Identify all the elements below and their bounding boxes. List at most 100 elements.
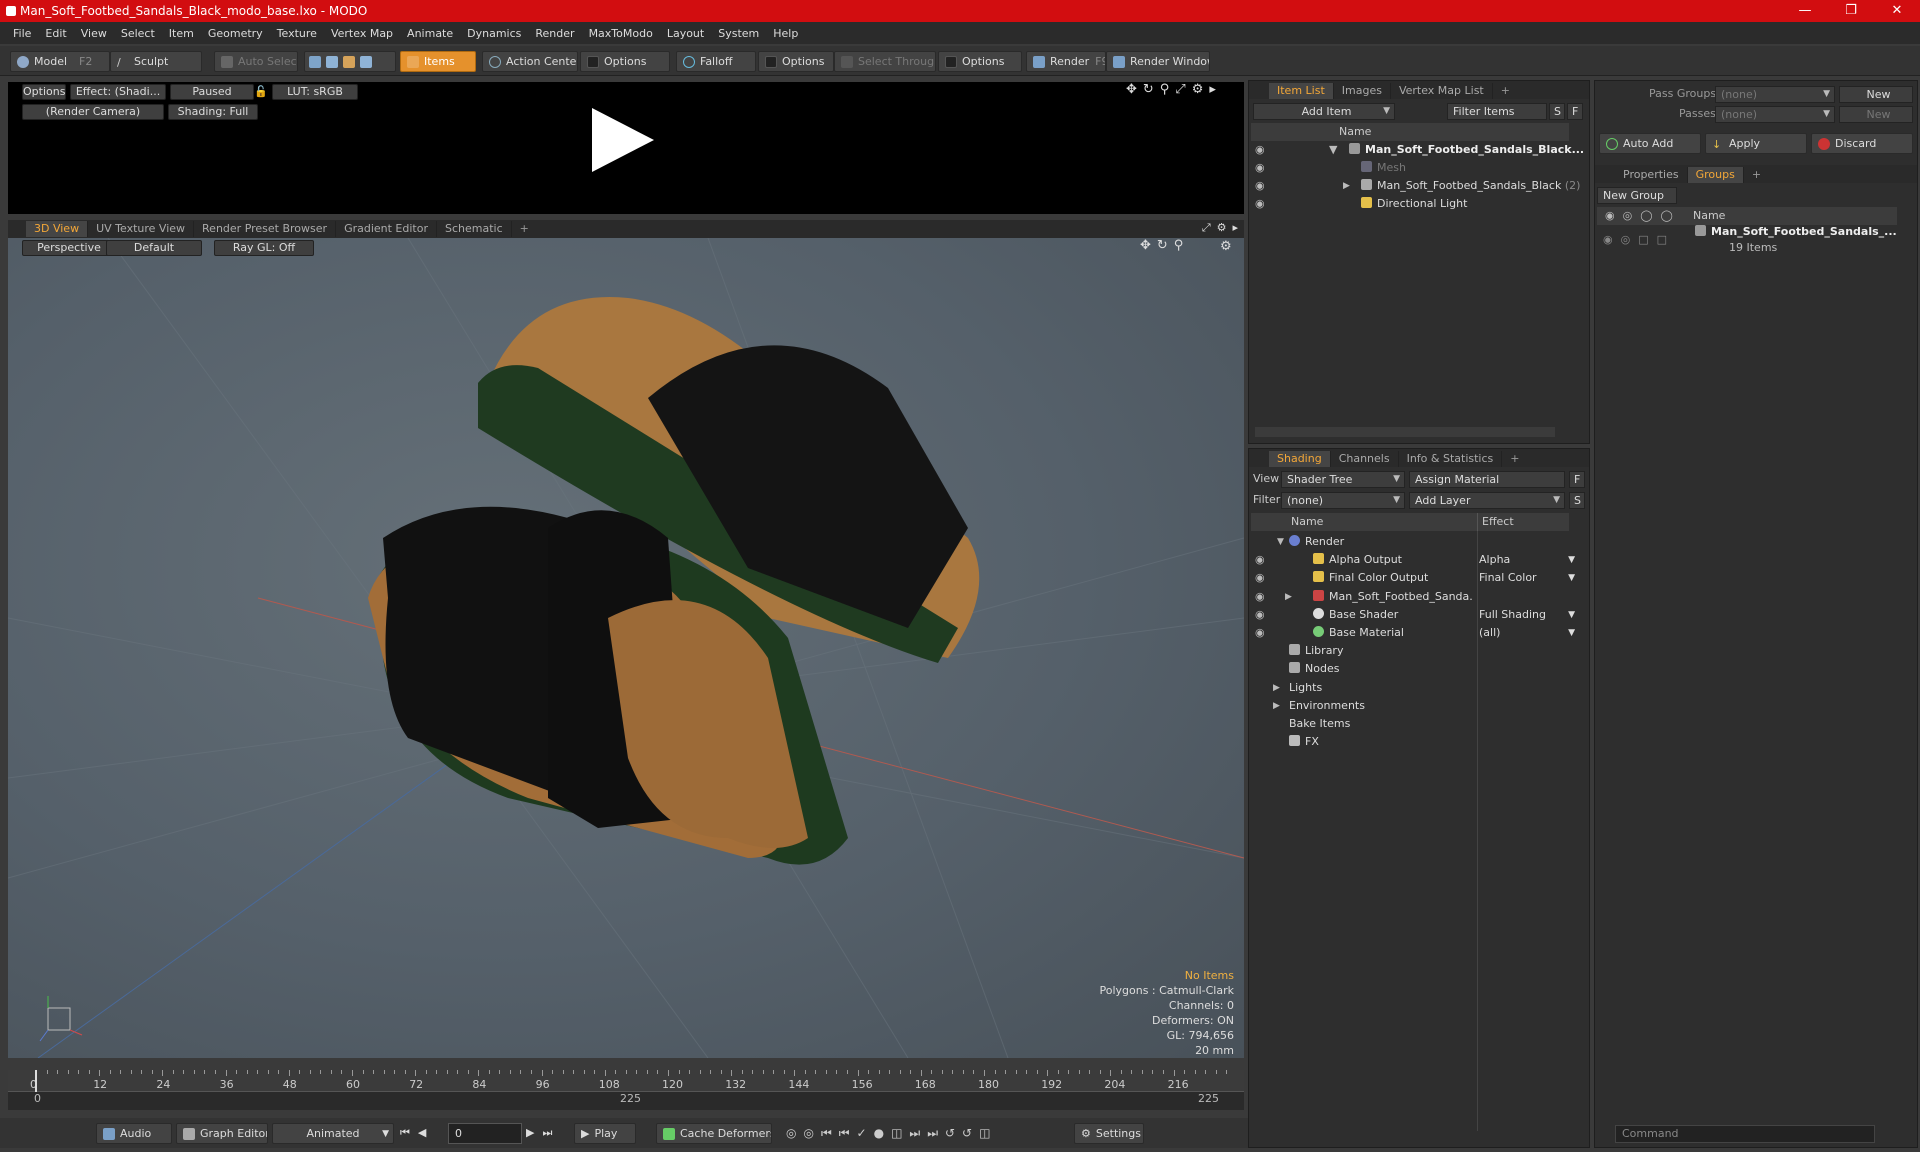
menu-vertex-map[interactable]: Vertex Map	[324, 27, 400, 40]
expand-arrow-icon[interactable]: ▶	[1273, 697, 1280, 715]
graph-editor-button[interactable]: Graph Editor	[176, 1123, 268, 1144]
menu-animate[interactable]: Animate	[400, 27, 460, 40]
tab-render-preset-browser[interactable]: Render Preset Browser	[194, 221, 337, 237]
timeline[interactable]: 0 12 24 36 48 60 72 84 96 108 120 132 144 156 168 180 19…	[8, 1070, 1244, 1110]
new-group-button[interactable]: New Group	[1597, 187, 1677, 204]
falloff-options-button[interactable]: Options	[758, 51, 834, 72]
action-center-options-button[interactable]: Options	[580, 51, 670, 72]
shader-row[interactable]: ◉ Final Color Output Final Color ▼	[1249, 569, 1589, 587]
tab-images[interactable]: Images	[1334, 83, 1391, 99]
audio-button[interactable]: Audio	[96, 1123, 172, 1144]
tab-info-statistics[interactable]: Info & Statistics	[1399, 451, 1503, 467]
item-row-group[interactable]: ◉ ▶ Man_Soft_Footbed_Sandals_Black (2)	[1249, 177, 1589, 195]
menu-geometry[interactable]: Geometry	[201, 27, 270, 40]
tab-vertex-map-list[interactable]: Vertex Map List	[1391, 83, 1493, 99]
items-mode-button[interactable]: Items	[400, 51, 476, 72]
shader-row[interactable]: ◉ ▶ Man_Soft_Footbed_Sanda...	[1249, 588, 1589, 606]
edges-icon[interactable]	[326, 55, 338, 68]
raygl-dropdown[interactable]: Ray GL: Off	[214, 240, 314, 256]
select-through-options-button[interactable]: Options	[938, 51, 1022, 72]
tab-groups[interactable]: Groups	[1687, 167, 1744, 183]
lock-icon[interactable]: 🔓	[254, 85, 268, 98]
shader-row[interactable]: Nodes	[1249, 660, 1589, 678]
menu-system[interactable]: System	[711, 27, 766, 40]
viewport-settings-icon[interactable]: ⚙	[1220, 239, 1232, 254]
new-pass-button[interactable]: New	[1839, 106, 1913, 123]
shader-row[interactable]: Bake Items	[1249, 715, 1589, 733]
add-layer-dropdown[interactable]: Add Layer ▼	[1409, 492, 1565, 509]
add-tab-button[interactable]: +	[1502, 451, 1527, 467]
animated-dropdown[interactable]: Animated ▼	[272, 1123, 394, 1144]
filter-f-button[interactable]: F	[1567, 103, 1583, 120]
select-through-button[interactable]: Select Through	[834, 51, 936, 72]
tab-gradient-editor[interactable]: Gradient Editor	[336, 221, 437, 237]
tab-channels[interactable]: Channels	[1331, 451, 1399, 467]
visibility-eye-icon[interactable]: ◉	[1255, 554, 1267, 566]
tab-shading[interactable]: Shading	[1269, 451, 1331, 467]
shading-s-button[interactable]: S	[1569, 492, 1585, 509]
menu-layout[interactable]: Layout	[660, 27, 711, 40]
menu-file[interactable]: File	[6, 27, 38, 40]
visibility-eye-icon[interactable]: ◉	[1255, 180, 1267, 192]
tab-3d-view[interactable]: 3D View	[26, 221, 89, 237]
shader-row-effect[interactable]: Alpha ▼	[1479, 551, 1579, 569]
horizontal-scrollbar[interactable]	[1255, 427, 1555, 437]
shader-row[interactable]: ▶ Lights	[1249, 679, 1589, 697]
play-button[interactable]: ▶ Play	[574, 1123, 636, 1144]
visibility-eye-icon[interactable]: ◉	[1255, 627, 1267, 639]
model-mode-button[interactable]: Model F2	[10, 51, 110, 72]
auto-select-button[interactable]: Auto Select	[214, 51, 298, 72]
shading-dropdown[interactable]: Shading: Full	[168, 104, 258, 120]
add-tab-button[interactable]: +	[1744, 167, 1769, 183]
menu-item[interactable]: Item	[162, 27, 201, 40]
shader-row[interactable]: ▶ Environments	[1249, 697, 1589, 715]
frame-step-forward-icons[interactable]: ▶⏭	[526, 1126, 560, 1140]
tab-item-list[interactable]: Item List	[1269, 83, 1334, 99]
frame-step-back-icons[interactable]: ⏮◀	[400, 1126, 434, 1140]
expand-arrow-icon[interactable]: ▼	[1277, 533, 1284, 551]
sculpt-button[interactable]: / Sculpt	[110, 51, 202, 72]
close-icon[interactable]: ✕	[1874, 0, 1920, 22]
shader-row[interactable]: ◉ Base Shader Full Shading ▼	[1249, 606, 1589, 624]
new-pass-group-button[interactable]: New	[1839, 86, 1913, 103]
add-item-dropdown[interactable]: Add Item ▼	[1253, 103, 1395, 120]
discard-button[interactable]: Discard	[1811, 133, 1913, 154]
filter-items-field[interactable]: Filter Items	[1447, 103, 1547, 120]
assign-material-button[interactable]: Assign Material	[1409, 471, 1565, 488]
shading-filter-dropdown[interactable]: (none) ▼	[1281, 492, 1405, 509]
effect-dropdown[interactable]: Effect: (Shadi...	[70, 84, 166, 100]
action-center-button[interactable]: Action Center	[482, 51, 578, 72]
shading-f-button[interactable]: F	[1569, 471, 1585, 488]
menu-edit[interactable]: Edit	[38, 27, 73, 40]
group-row-name[interactable]: Man_Soft_Footbed_Sandals_...	[1695, 225, 1897, 238]
shading-style-dropdown[interactable]: Default	[106, 240, 202, 256]
camera-dropdown[interactable]: (Render Camera)	[22, 104, 164, 120]
play-icon[interactable]	[592, 108, 654, 172]
shader-row[interactable]: FX	[1249, 733, 1589, 751]
shader-row-effect[interactable]: Final Color ▼	[1479, 569, 1579, 587]
add-tab-button[interactable]: +	[1493, 83, 1518, 99]
minimize-icon[interactable]: —	[1782, 0, 1828, 22]
menu-render[interactable]: Render	[528, 27, 581, 40]
visibility-eye-icon[interactable]: ◉	[1255, 162, 1267, 174]
falloff-button[interactable]: Falloff	[676, 51, 756, 72]
expand-arrow-icon[interactable]: ▶	[1273, 679, 1280, 697]
vertices-icon[interactable]	[309, 55, 321, 68]
lut-dropdown[interactable]: LUT: sRGB	[272, 84, 358, 100]
expand-arrow-icon[interactable]: ▶	[1343, 177, 1350, 195]
pass-groups-dropdown[interactable]: (none) ▼	[1715, 86, 1835, 103]
expand-arrow-icon[interactable]: ▶	[1285, 588, 1292, 606]
shader-row[interactable]: ◉ Base Material (all) ▼	[1249, 624, 1589, 642]
shader-row[interactable]: ▼ Render	[1249, 533, 1589, 551]
apply-button[interactable]: ↓ Apply	[1705, 133, 1807, 154]
shader-row[interactable]: ◉ Alpha Output Alpha ▼	[1249, 551, 1589, 569]
playhead[interactable]	[35, 1070, 37, 1092]
menu-texture[interactable]: Texture	[270, 27, 324, 40]
key-tool-icons[interactable]: ◎◎⏮⏮✓●◫⏭⏭↺↺◫	[786, 1126, 997, 1141]
preview-options-button[interactable]: Options	[22, 84, 66, 100]
settings-button[interactable]: ⚙ Settings	[1074, 1123, 1144, 1144]
preview-nav-icons[interactable]: ✥↻⚲⤢⚙▸	[1126, 82, 1222, 97]
3d-viewport[interactable]: Perspective Default Ray GL: Off ✥↻⚲ ⚙ No…	[8, 238, 1244, 1058]
menu-help[interactable]: Help	[766, 27, 805, 40]
shader-tree-dropdown[interactable]: Shader Tree ▼	[1281, 471, 1405, 488]
